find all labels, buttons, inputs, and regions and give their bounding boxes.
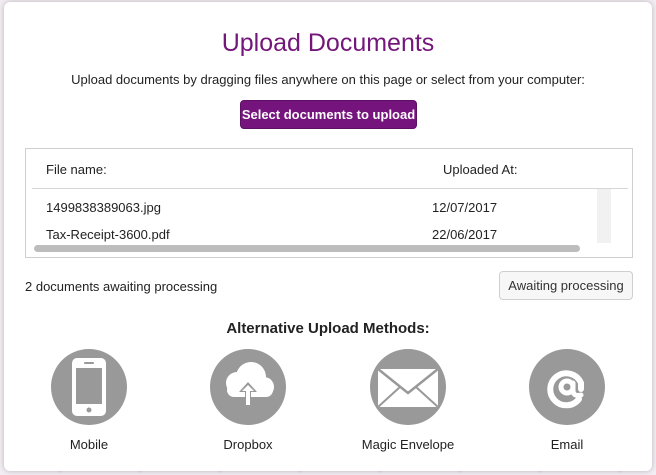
method-label: Dropbox <box>223 437 273 452</box>
column-header-uploaded-at: Uploaded At: <box>443 162 518 177</box>
upload-method-dropbox[interactable]: Dropbox <box>188 349 308 452</box>
method-label: Magic Envelope <box>361 437 455 452</box>
method-label: Mobile <box>69 437 109 452</box>
envelope-icon[interactable] <box>370 349 446 425</box>
file-name-cell: 1499838389063.jpg <box>46 200 161 215</box>
file-name-cell: Tax-Receipt-3600.pdf <box>46 227 170 242</box>
select-documents-button[interactable]: Select documents to upload <box>240 100 417 129</box>
horizontal-scrollbar-thumb[interactable] <box>34 245 580 252</box>
column-header-file-name: File name: <box>46 162 107 177</box>
table-header-divider <box>32 188 628 189</box>
upload-method-email[interactable]: Email <box>507 349 627 452</box>
upload-method-mobile[interactable]: Mobile <box>29 349 149 452</box>
alternative-methods-title: Alternative Upload Methods: <box>226 320 430 337</box>
at-sign-icon[interactable] <box>529 349 605 425</box>
upload-documents-modal: Upload Documents Upload documents by dra… <box>4 2 652 471</box>
uploaded-at-cell: 22/06/2017 <box>432 227 498 242</box>
awaiting-status-text: 2 documents awaiting processing <box>25 279 218 294</box>
table-row[interactable]: 1499838389063.jpg 12/07/2017 <box>26 200 598 226</box>
cloud-upload-icon[interactable] <box>210 349 286 425</box>
modal-subtitle: Upload documents by dragging files anywh… <box>71 72 585 87</box>
modal-title: Upload Documents <box>221 29 435 57</box>
file-table: File name: Uploaded At: 1499838389063.jp… <box>25 148 633 258</box>
upload-method-magic-envelope[interactable]: Magic Envelope <box>348 349 468 452</box>
uploaded-at-cell: 12/07/2017 <box>432 200 498 215</box>
mobile-phone-icon[interactable] <box>51 349 127 425</box>
method-label: Email <box>550 437 584 452</box>
awaiting-processing-button[interactable]: Awaiting processing <box>499 271 633 300</box>
vertical-scrollbar[interactable] <box>597 189 611 243</box>
